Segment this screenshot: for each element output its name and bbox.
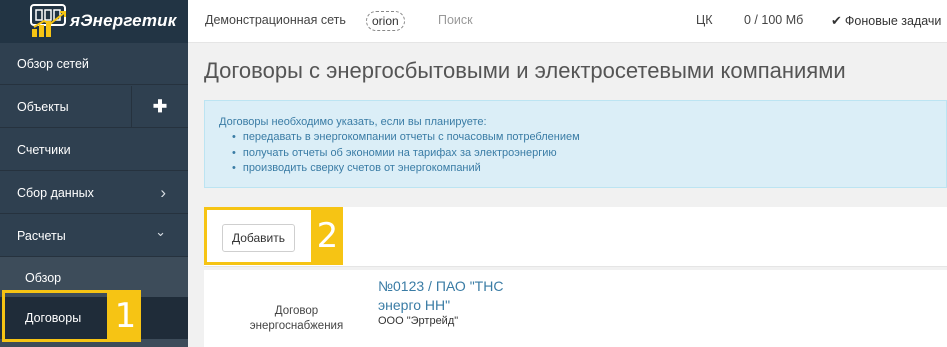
page-title: Договоры с энергосбытовыми и электросете…	[204, 58, 846, 83]
logo-text: яЭнергетик	[70, 11, 177, 30]
sidebar-item-data-collection[interactable]: Сбор данных ›	[0, 172, 188, 214]
user-chip[interactable]: orion	[366, 11, 405, 31]
contract-title-link[interactable]: №0123 / ПАО "ТНС энерго НН"	[378, 277, 518, 315]
logo-icon	[30, 4, 66, 37]
storage-usage: 0 / 100 Мб	[744, 13, 804, 27]
sidebar-item-objects[interactable]: Объекты ✚	[0, 86, 188, 128]
contract-counterparty: ООО "Эртрейд"	[378, 315, 459, 327]
top-bar: Демонстрационная сеть orion Поиск ЦК 0 /…	[188, 0, 947, 43]
info-alert: Договоры необходимо указать, если вы пла…	[204, 100, 947, 188]
search-link[interactable]: Поиск	[438, 13, 473, 27]
background-tasks-link[interactable]: ✔ Фоновые задачи	[831, 13, 941, 29]
region-label[interactable]: ЦК	[696, 13, 713, 27]
sidebar-item-label: Расчеты	[17, 229, 66, 243]
sidebar: яЭнергетик Обзор сетей Объекты ✚ Счетчик…	[0, 0, 188, 347]
step-marker-2: 2	[312, 207, 343, 265]
info-list-item: передавать в энергокомпании отчеты с поч…	[232, 130, 932, 146]
contract-type: Договор энергоснабжения	[249, 305, 344, 332]
info-intro: Договоры необходимо указать, если вы пла…	[219, 116, 487, 128]
sidebar-item-label: Объекты	[17, 100, 69, 114]
info-list: передавать в энергокомпании отчеты с поч…	[219, 130, 932, 177]
add-contract-button[interactable]: Добавить	[222, 224, 295, 252]
highlight-box-1	[2, 290, 110, 342]
check-icon: ✔	[831, 13, 842, 28]
sidebar-item-label: Обзор сетей	[17, 57, 89, 71]
sidebar-item-label: Сбор данных	[17, 186, 94, 200]
info-list-item: производить сверку счетов от энергокомпа…	[232, 161, 932, 177]
chevron-right-icon: ›	[160, 183, 166, 202]
logo[interactable]: яЭнергетик	[0, 0, 188, 43]
sidebar-item-meters[interactable]: Счетчики	[0, 129, 188, 171]
plus-icon[interactable]: ✚	[131, 86, 188, 128]
chevron-down-icon: ⌄	[155, 224, 166, 239]
network-name[interactable]: Демонстрационная сеть	[205, 13, 346, 27]
background-tasks-label: Фоновые задачи	[844, 14, 942, 28]
step-marker-1: 1	[110, 290, 141, 342]
sidebar-item-calculations[interactable]: Расчеты ⌄	[0, 215, 188, 257]
sidebar-subitem-label: Обзор	[25, 271, 62, 285]
info-list-item: получать отчеты об экономии на тарифах з…	[232, 146, 932, 162]
sidebar-item-label: Счетчики	[17, 143, 71, 157]
sidebar-item-networks-overview[interactable]: Обзор сетей	[0, 43, 188, 85]
contract-card: Договор энергоснабжения №0123 / ПАО "ТНС…	[204, 270, 947, 347]
